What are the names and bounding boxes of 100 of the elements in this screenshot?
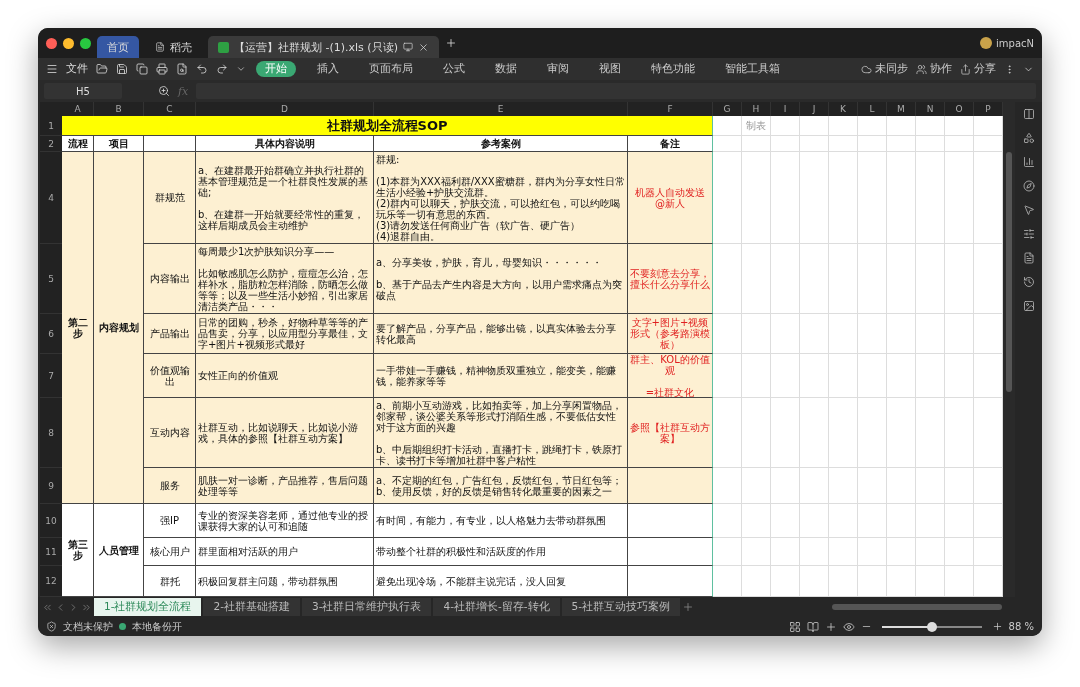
- scrollbar-thumb[interactable]: [1006, 152, 1012, 392]
- share-icon[interactable]: [960, 63, 971, 75]
- column-header[interactable]: P: [974, 102, 1003, 116]
- sheet-tab[interactable]: 3-社群日常维护执行表: [301, 598, 432, 616]
- row-header[interactable]: 9: [40, 468, 62, 504]
- table-cell: 群规范: [144, 152, 196, 244]
- table-cell: 避免出现冷场，不能群主说完话，没人回复: [374, 566, 628, 597]
- ribbon-tab[interactable]: 插入: [308, 61, 348, 77]
- close-icon[interactable]: [417, 41, 429, 53]
- row-header[interactable]: 11: [40, 538, 62, 566]
- image-icon[interactable]: [1022, 300, 1035, 312]
- compass-icon[interactable]: [1022, 180, 1035, 192]
- eye-icon[interactable]: [842, 620, 855, 633]
- toolbar-action[interactable]: 未同步: [861, 62, 908, 76]
- column-header[interactable]: L: [858, 102, 887, 116]
- ribbon-tab[interactable]: 特色功能: [642, 61, 704, 77]
- document-tab[interactable]: 首页: [97, 36, 139, 58]
- row-header[interactable]: 5: [40, 244, 62, 314]
- table-cell: 专业的资深美容老师，通过他专业的授课获得大家的认可和追随: [196, 504, 374, 538]
- file-menu[interactable]: 文件: [66, 62, 88, 76]
- column-header[interactable]: D: [196, 102, 374, 116]
- row-header[interactable]: 6: [40, 314, 62, 354]
- sliders-icon[interactable]: [1022, 228, 1035, 240]
- add-tab-icon[interactable]: [444, 37, 457, 49]
- empty-cell: [771, 538, 800, 566]
- column-header[interactable]: B: [94, 102, 144, 116]
- zoom-in-icon[interactable]: [991, 621, 1003, 632]
- history-icon[interactable]: [1022, 276, 1035, 288]
- toolbar-action[interactable]: 协作: [916, 62, 952, 76]
- caret-icon[interactable]: [236, 64, 246, 74]
- empty-cell: [800, 398, 829, 468]
- empty-cell: [771, 504, 800, 538]
- ribbon-tab[interactable]: 审阅: [538, 61, 578, 77]
- sheet-tab[interactable]: 2-社群基础搭建: [203, 598, 300, 616]
- column-header[interactable]: J: [800, 102, 829, 116]
- toolbar-action[interactable]: 分享: [960, 62, 996, 76]
- copy-icon[interactable]: [136, 63, 148, 75]
- cloud-icon[interactable]: [861, 63, 872, 75]
- table-cell: 要了解产品，分享产品，能够出镜，以真实体验去分享转化最高: [374, 314, 628, 354]
- column-header[interactable]: F: [628, 102, 713, 116]
- shapes-icon[interactable]: [1022, 132, 1035, 144]
- empty-cell: [858, 116, 887, 136]
- add-sheet-icon[interactable]: [682, 601, 694, 613]
- document-icon[interactable]: [1022, 252, 1035, 264]
- people-icon[interactable]: [916, 63, 927, 75]
- column-header[interactable]: H: [742, 102, 771, 116]
- column-header[interactable]: A: [62, 102, 94, 116]
- undo-icon[interactable]: [196, 63, 208, 75]
- empty-cell: [858, 136, 887, 152]
- panel-icon[interactable]: [1022, 108, 1035, 120]
- sheet-tab[interactable]: 4-社群增长-留存-转化: [433, 598, 560, 616]
- column-header[interactable]: K: [829, 102, 858, 116]
- column-header[interactable]: O: [945, 102, 974, 116]
- row-header[interactable]: 10: [40, 504, 62, 538]
- redo-icon[interactable]: [216, 63, 228, 75]
- crosshair-icon[interactable]: [824, 620, 837, 633]
- ribbon-tab[interactable]: 视图: [590, 61, 630, 77]
- table-cell: 女性正向的价值观: [196, 354, 374, 398]
- column-header[interactable]: C: [144, 102, 196, 116]
- column-header[interactable]: N: [916, 102, 945, 116]
- folder-icon[interactable]: [96, 63, 108, 75]
- print-icon[interactable]: [156, 63, 168, 75]
- sheet-tab[interactable]: 5-社群互动技巧案例: [561, 598, 680, 616]
- row-header[interactable]: 1: [40, 116, 62, 136]
- ribbon-tab[interactable]: 公式: [434, 61, 474, 77]
- document-tab[interactable]: 【运营】社群规划 -(1).xls (只读): [208, 36, 439, 58]
- row-header[interactable]: 8: [40, 398, 62, 468]
- empty-cell: [829, 398, 858, 468]
- horizontal-scrollbar[interactable]: [832, 604, 1002, 610]
- menu-icon[interactable]: [46, 63, 58, 75]
- page-view-icon[interactable]: [806, 620, 819, 633]
- sheet-tab[interactable]: 1-社群规划全流程: [94, 598, 202, 616]
- table-cell: 有时间，有能力，有专业，以人格魅力去带动群氛围: [374, 504, 628, 538]
- close-button[interactable]: [46, 37, 57, 49]
- grid-view-icon[interactable]: [788, 620, 801, 633]
- row-header[interactable]: 4: [40, 152, 62, 244]
- zoom-button[interactable]: [80, 37, 91, 49]
- zoom-thumb[interactable]: [926, 621, 937, 632]
- protection-status: 文档未保护: [63, 619, 113, 634]
- chart-icon[interactable]: [1022, 156, 1035, 168]
- document-tab[interactable]: 稻壳: [145, 36, 202, 58]
- row-header[interactable]: 12: [40, 566, 62, 597]
- ribbon-tab[interactable]: 数据: [486, 61, 526, 77]
- column-header[interactable]: E: [374, 102, 628, 116]
- column-header[interactable]: G: [713, 102, 742, 116]
- zoom-icon[interactable]: [158, 85, 170, 97]
- ribbon-tab[interactable]: 智能工具箱: [716, 61, 789, 77]
- row-header[interactable]: 7: [40, 354, 62, 398]
- preview-icon[interactable]: [176, 63, 188, 75]
- ribbon-tab[interactable]: 页面布局: [360, 61, 422, 77]
- column-header[interactable]: M: [887, 102, 916, 116]
- user-name[interactable]: impacN: [980, 37, 1034, 49]
- empty-cell: [887, 314, 916, 354]
- row-header[interactable]: 2: [40, 136, 62, 152]
- save-icon[interactable]: [116, 63, 128, 75]
- column-header[interactable]: I: [771, 102, 800, 116]
- empty-cell: [945, 398, 974, 468]
- pointer-icon[interactable]: [1022, 204, 1035, 216]
- name-box[interactable]: H5: [44, 83, 122, 99]
- minimize-button[interactable]: [63, 37, 74, 49]
